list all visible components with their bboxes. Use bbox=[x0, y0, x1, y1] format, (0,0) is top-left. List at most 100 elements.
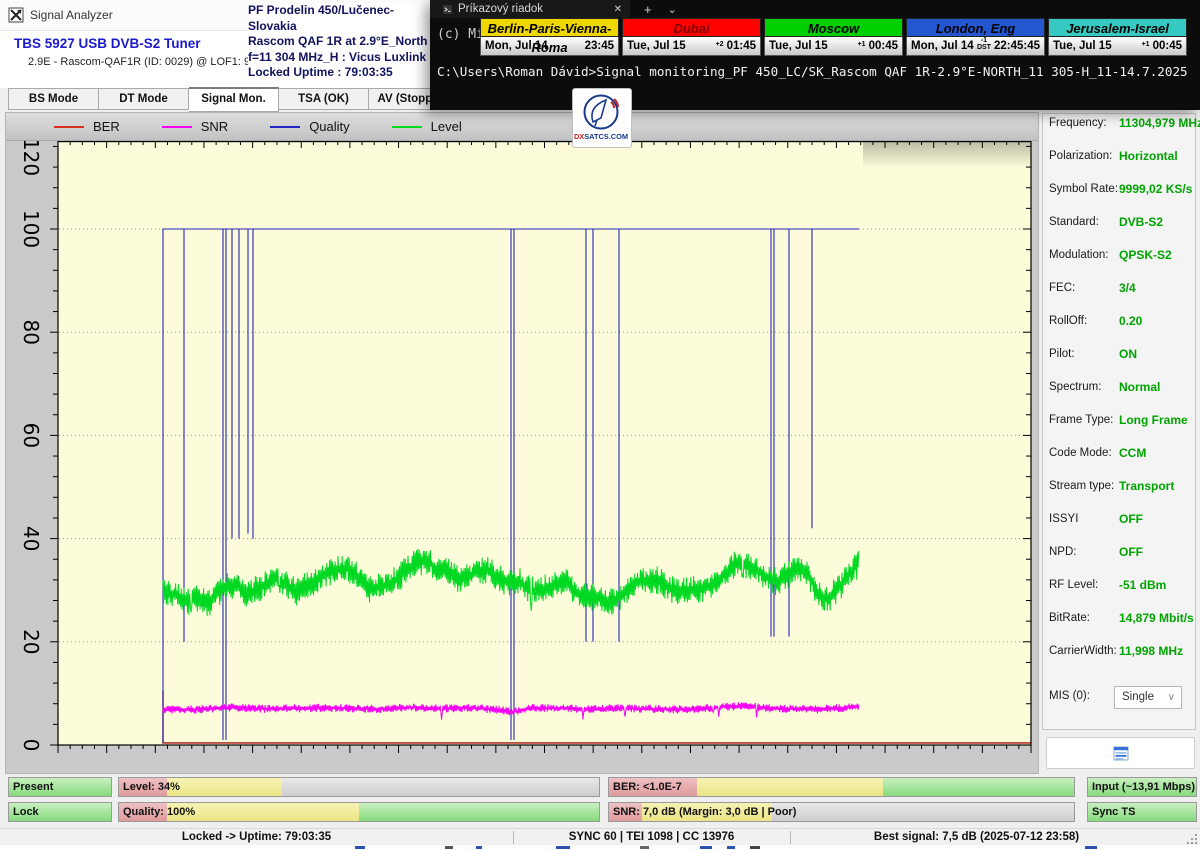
clock-time: 23:45 bbox=[585, 40, 614, 52]
close-icon[interactable]: ✕ bbox=[614, 4, 622, 15]
dxsatcs-logo: DXSATCS.COM bbox=[572, 88, 632, 148]
param-label: Polarization: bbox=[1049, 150, 1112, 162]
mis-dropdown[interactable]: Single ∨ bbox=[1114, 686, 1182, 709]
clock-time: 01:45 bbox=[727, 40, 756, 52]
transport-stream-button[interactable] bbox=[1046, 737, 1195, 769]
status-best-signal: Best signal: 7,5 dB (2025-07-12 23:58) bbox=[790, 830, 1163, 845]
clock-berlin-paris-vienna-roma: Berlin-Paris-Vienna-RomaMon, Jul 1423:45 bbox=[480, 18, 619, 56]
legend-item-quality: Quality bbox=[270, 119, 349, 134]
input-indicator: Input (~13,91 Mbps) bbox=[1087, 777, 1197, 797]
terminal-tab[interactable]: Príkazový riadok ✕ bbox=[430, 0, 630, 18]
offset-value: +1 bbox=[858, 41, 866, 48]
clock-datetime: Tue, Jul 15+201:45 bbox=[622, 37, 761, 56]
clock-moscow: MoscowTue, Jul 15+100:45 bbox=[764, 18, 903, 56]
legend-item-level: Level bbox=[392, 119, 462, 134]
terminal-tab-title: Príkazový riadok bbox=[458, 3, 614, 15]
param-label: Pilot: bbox=[1049, 348, 1075, 360]
offset-value: +1 bbox=[1142, 41, 1150, 48]
y-axis-tick-label: 20 bbox=[19, 629, 43, 654]
world-clock-strip: Berlin-Paris-Vienna-RomaMon, Jul 1423:45… bbox=[480, 18, 1192, 56]
tab-tsa-ok-[interactable]: TSA (OK) bbox=[279, 88, 369, 110]
param-label: Code Mode: bbox=[1049, 447, 1112, 459]
clock-datetime: Mon, Jul 14-1DST22:45:45 bbox=[906, 37, 1045, 56]
mis-label: MIS (0): bbox=[1049, 690, 1090, 702]
y-axis-tick-label: 80 bbox=[19, 319, 43, 344]
resize-grip[interactable] bbox=[1185, 832, 1197, 844]
param-value: DVB-S2 bbox=[1119, 215, 1163, 229]
present-indicator: Present bbox=[8, 777, 112, 797]
param-label: Frame Type: bbox=[1049, 414, 1113, 426]
gauge-segment-empty bbox=[772, 803, 1074, 821]
param-label: Symbol Rate: bbox=[1049, 183, 1118, 195]
logo-text-red: DX bbox=[574, 132, 584, 141]
tab-dt-mode[interactable]: DT Mode bbox=[99, 88, 189, 110]
clock-date: Tue, Jul 15 bbox=[1053, 40, 1142, 52]
y-axis-tick-label: 60 bbox=[19, 423, 43, 448]
gauge-label: Lock bbox=[13, 803, 39, 821]
param-row: Frame Type: Long Frame bbox=[1049, 414, 1191, 430]
param-row: BitRate: 14,879 Mbit/s bbox=[1049, 612, 1191, 628]
quality-gauge: Quality: 100% bbox=[118, 802, 600, 822]
level-gauge: Level: 34% bbox=[118, 777, 600, 797]
offset-value: -1 bbox=[981, 37, 987, 44]
param-row: Polarization: Horizontal bbox=[1049, 150, 1191, 166]
param-row: RollOff:0.20 bbox=[1049, 315, 1191, 331]
chart-legend: BER SNR Quality Level bbox=[6, 113, 1038, 141]
snr-gauge: SNR: 7,0 dB (Margin: 3,0 dB | Poor) bbox=[608, 802, 1075, 822]
gauge-segment-yellow bbox=[167, 803, 359, 821]
clock-london-eng: London, EngMon, Jul 14-1DST22:45:45 bbox=[906, 18, 1045, 56]
gauge-label: Present bbox=[13, 778, 53, 796]
legend-label: BER bbox=[93, 119, 120, 134]
mis-value: Single bbox=[1122, 691, 1154, 703]
tab-dropdown-icon[interactable]: ⌄ bbox=[668, 3, 677, 16]
clock-utc-offset: +2 bbox=[716, 41, 724, 48]
param-label: NPD: bbox=[1049, 546, 1076, 558]
clock-utc-offset: -1DST bbox=[977, 37, 991, 51]
param-label: BitRate: bbox=[1049, 612, 1090, 624]
level-legend-line bbox=[392, 126, 422, 128]
terminal-copyright-partial: (c) Mi bbox=[437, 27, 484, 42]
legend-item-ber: BER bbox=[54, 119, 120, 134]
info-line: Locked Uptime : 79:03:35 bbox=[248, 65, 432, 81]
sliver-mark bbox=[750, 846, 760, 849]
param-label: FEC: bbox=[1049, 282, 1075, 294]
sliver-mark bbox=[1085, 846, 1097, 849]
snr-legend-line bbox=[162, 126, 192, 128]
param-row: Standard: DVB-S2 bbox=[1049, 216, 1191, 232]
param-value: 9999,02 KS/s bbox=[1119, 182, 1192, 196]
logo-text-blue: SATCS.COM bbox=[584, 132, 628, 141]
tab-signal-mon-[interactable]: Signal Mon. bbox=[189, 87, 279, 112]
antenna-info-block: PF Prodelin 450/Lučenec-SlovakiaRascom Q… bbox=[248, 3, 432, 81]
param-label: CarrierWidth: bbox=[1049, 645, 1117, 657]
param-label: Standard: bbox=[1049, 216, 1099, 228]
clock-date: Mon, Jul 14 bbox=[485, 40, 582, 52]
legend-item-snr: SNR bbox=[162, 119, 228, 134]
app-title: Signal Analyzer bbox=[30, 8, 113, 22]
status-bar: Locked -> Uptime: 79:03:35 SYNC 60 | TEI… bbox=[0, 828, 1200, 846]
param-value: Normal bbox=[1119, 380, 1160, 394]
param-row: Spectrum:Normal bbox=[1049, 381, 1191, 397]
clock-utc-offset: +1 bbox=[858, 41, 866, 48]
gauge-segment-yellow bbox=[167, 778, 282, 796]
param-value: 14,879 Mbit/s bbox=[1119, 611, 1194, 625]
clock-city: London, Eng bbox=[906, 18, 1045, 37]
new-tab-icon[interactable]: + bbox=[644, 2, 652, 17]
clock-jerusalem-israel: Jerusalem-IsraelTue, Jul 15+100:45 bbox=[1048, 18, 1187, 56]
y-axis-tick-label: 120 bbox=[19, 141, 43, 176]
clock-date: Tue, Jul 15 bbox=[627, 40, 716, 52]
lock-indicator: Lock bbox=[8, 802, 112, 822]
tab-bs-mode[interactable]: BS Mode bbox=[8, 88, 99, 110]
gauge-label: SNR: 7,0 dB (Margin: 3,0 dB | Poor) bbox=[613, 803, 796, 821]
sliver-mark bbox=[640, 846, 649, 849]
gauge-segment-green bbox=[883, 778, 1074, 796]
param-row: RF Level:-51 dBm bbox=[1049, 579, 1191, 595]
status-uptime: Locked -> Uptime: 79:03:35 bbox=[0, 830, 513, 845]
param-value: Horizontal bbox=[1119, 149, 1178, 163]
param-row: NPD:OFF bbox=[1049, 546, 1191, 562]
signal-chart: 020406080100120 bbox=[6, 141, 1038, 773]
param-value: Long Frame bbox=[1119, 413, 1188, 427]
param-row: ISSYIOFF bbox=[1049, 513, 1191, 529]
param-label: RollOff: bbox=[1049, 315, 1087, 327]
clock-date: Mon, Jul 14 bbox=[911, 40, 977, 52]
y-axis-tick-label: 100 bbox=[19, 210, 43, 248]
